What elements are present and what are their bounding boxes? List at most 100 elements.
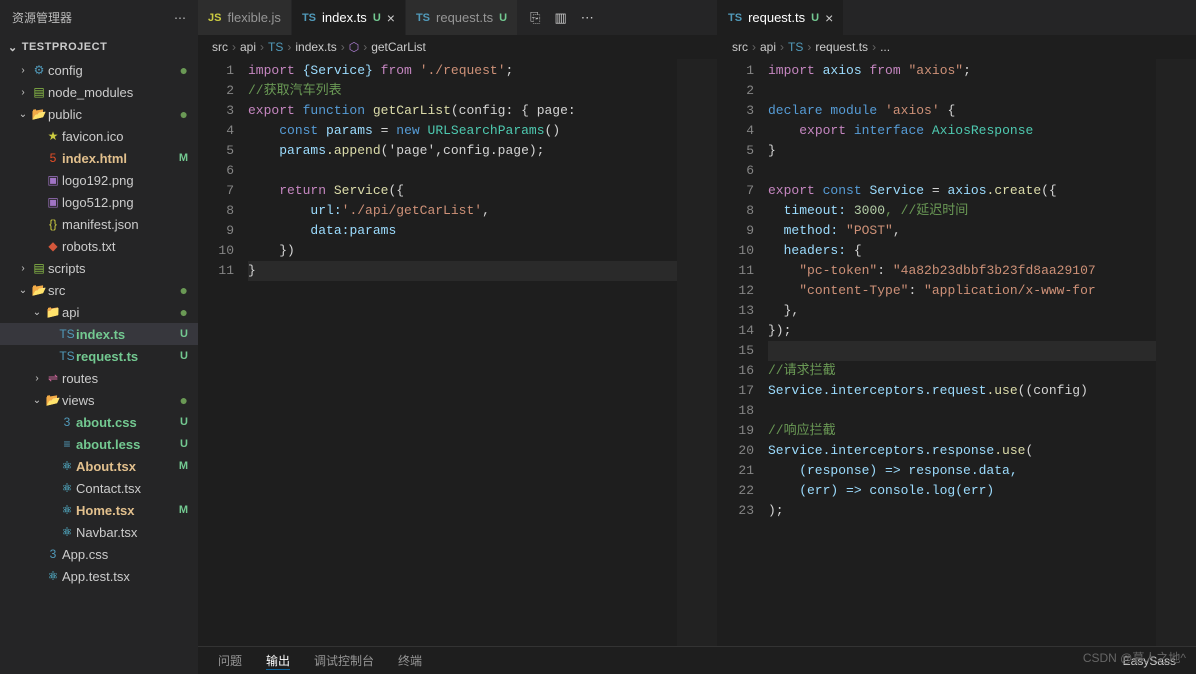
tree-item-about-less[interactable]: ≡about.lessU	[0, 433, 198, 455]
lang-badge: JS	[208, 12, 221, 24]
breadcrumb-item[interactable]: src	[732, 40, 748, 54]
file-icon: ≡	[58, 437, 76, 451]
tree-item-request-ts[interactable]: TSrequest.tsU	[0, 345, 198, 367]
chevron-icon: ⌄	[16, 109, 30, 120]
file-icon: ▣	[44, 195, 62, 209]
tree-item-routes[interactable]: ›⇌routes	[0, 367, 198, 389]
project-header[interactable]: ⌄ TESTPROJECT	[0, 35, 198, 59]
lang-badge: TS	[302, 12, 316, 24]
modified-dot: ●	[180, 392, 192, 408]
breadcrumb-item[interactable]: request.ts	[815, 40, 868, 54]
tab-action-icon[interactable]: ⎘	[530, 10, 540, 26]
tree-label: about.css	[76, 415, 176, 430]
git-status: U	[373, 12, 381, 24]
editor-pane-left: JS flexible.js TS index.ts U × TSrequest.tsU ⎘…	[198, 0, 718, 646]
tree-item-Contact-tsx[interactable]: ⚛Contact.tsx	[0, 477, 198, 499]
close-icon[interactable]: ×	[825, 10, 833, 26]
file-icon: TS	[58, 327, 76, 341]
tree-item-about-css[interactable]: 3about.cssU	[0, 411, 198, 433]
tree-item-Home-tsx[interactable]: ⚛Home.tsxM	[0, 499, 198, 521]
file-icon: 📂	[30, 283, 48, 297]
breadcrumb-item[interactable]: api	[240, 40, 256, 54]
file-icon: ⚛	[58, 459, 76, 473]
breadcrumb-item[interactable]: TS	[788, 40, 803, 54]
panel-tab-1[interactable]: 输出	[266, 652, 290, 670]
code-left[interactable]: 1234567891011 import {Service} from './r…	[198, 59, 717, 646]
breadcrumb-left[interactable]: src›api›TS›index.ts›⬡›getCarList	[198, 35, 717, 59]
breadcrumb-item[interactable]: ...	[880, 40, 890, 54]
tree-item-index-ts[interactable]: TSindex.tsU	[0, 323, 198, 345]
file-icon: 📂	[44, 393, 62, 407]
editor-split: JS flexible.js TS index.ts U × TSrequest.tsU ⎘…	[198, 0, 1196, 646]
tree-item-logo192-png[interactable]: ▣logo192.png	[0, 169, 198, 191]
tab-request-ts[interactable]: TSrequest.tsU×	[718, 0, 844, 35]
tree-label: About.tsx	[76, 459, 175, 474]
tree-item-About-tsx[interactable]: ⚛About.tsxM	[0, 455, 198, 477]
panel-tab-0[interactable]: 问题	[218, 652, 242, 670]
editor-pane-right: TSrequest.tsU× src›api›TS›request.ts›...…	[718, 0, 1196, 646]
tab-request-ts[interactable]: TSrequest.tsU	[406, 0, 518, 35]
tree-item-config[interactable]: ›⚙config●	[0, 59, 198, 81]
code-content-left[interactable]: import {Service} from './request';//获取汽车…	[248, 59, 677, 646]
tree-item-Navbar-tsx[interactable]: ⚛Navbar.tsx	[0, 521, 198, 543]
panel-tab-2[interactable]: 调试控制台	[314, 652, 374, 670]
tab-label: index.ts	[322, 10, 367, 25]
chevron-icon: ›	[16, 65, 30, 76]
tree-item-public[interactable]: ⌄📂public●	[0, 103, 198, 125]
chevron-icon: ⌄	[16, 285, 30, 296]
modified-dot: ●	[180, 304, 192, 320]
tree-item-views[interactable]: ⌄📂views●	[0, 389, 198, 411]
panel-tab-3[interactable]: 终端	[398, 652, 422, 670]
tab-action-icon[interactable]: ▥	[554, 10, 566, 26]
panel-tabs: 问题 输出 调试控制台 终端	[218, 652, 422, 670]
tree-item-favicon-ico[interactable]: ★favicon.ico	[0, 125, 198, 147]
tree-label: Contact.tsx	[76, 481, 192, 496]
tree-item-App-test-tsx[interactable]: ⚛App.test.tsx	[0, 565, 198, 587]
file-icon: 📁	[44, 305, 62, 319]
git-badge: U	[176, 416, 192, 428]
breadcrumb-item[interactable]: getCarList	[371, 40, 426, 54]
tree-label: Home.tsx	[76, 503, 175, 518]
breadcrumb-item[interactable]: index.ts	[295, 40, 336, 54]
close-icon[interactable]: ×	[387, 10, 395, 26]
file-icon: ⚛	[44, 569, 62, 583]
code-right[interactable]: 1234567891011121314151617181920212223 im…	[718, 59, 1196, 646]
minimap-right[interactable]	[1156, 59, 1196, 646]
tree-item-logo512-png[interactable]: ▣logo512.png	[0, 191, 198, 213]
tree-label: index.ts	[76, 327, 176, 342]
breadcrumb-item[interactable]: src	[212, 40, 228, 54]
tree-item-src[interactable]: ⌄📂src●	[0, 279, 198, 301]
tree-label: index.html	[62, 151, 175, 166]
tree-item-node_modules[interactable]: ›▤node_modules	[0, 81, 198, 103]
tree-item-manifest-json[interactable]: {}manifest.json	[0, 213, 198, 235]
breadcrumb-item[interactable]: TS	[268, 40, 283, 54]
git-badge: M	[175, 152, 192, 164]
breadcrumb-right[interactable]: src›api›TS›request.ts›...	[718, 35, 1196, 59]
tab-actions: ⎘ ▥ ⋯	[518, 10, 606, 26]
main-area: JS flexible.js TS index.ts U × TSrequest.tsU ⎘…	[198, 0, 1196, 674]
git-badge: U	[176, 350, 192, 362]
tree-item-scripts[interactable]: ›▤scripts	[0, 257, 198, 279]
tab-label: flexible.js	[227, 10, 280, 25]
chevron-down-icon: ⌄	[8, 41, 18, 54]
tree-item-api[interactable]: ⌄📁api●	[0, 301, 198, 323]
file-icon: ⇌	[44, 371, 62, 385]
file-icon: ⚙	[30, 63, 48, 77]
code-content-right[interactable]: import axios from "axios";declare module…	[768, 59, 1156, 646]
tree-label: App.test.tsx	[62, 569, 192, 584]
tab-flexible-js[interactable]: JS flexible.js	[198, 0, 292, 35]
tab-index-ts[interactable]: TS index.ts U ×	[292, 0, 406, 35]
tree-item-App-css[interactable]: 3App.css	[0, 543, 198, 565]
breadcrumb-item[interactable]: api	[760, 40, 776, 54]
tree-item-robots-txt[interactable]: ◆robots.txt	[0, 235, 198, 257]
minimap-left[interactable]	[677, 59, 717, 646]
more-icon[interactable]: ⋯	[174, 11, 186, 25]
modified-dot: ●	[180, 282, 192, 298]
tree-item-index-html[interactable]: 5index.htmlM	[0, 147, 198, 169]
file-icon: 3	[58, 415, 76, 429]
tree-label: about.less	[76, 437, 176, 452]
breadcrumb-item[interactable]: ⬡	[349, 40, 359, 54]
panel-bar: 问题输出调试控制台终端 EasySass	[198, 646, 1196, 674]
tree-label: routes	[62, 371, 192, 386]
tab-action-icon[interactable]: ⋯	[581, 10, 594, 26]
